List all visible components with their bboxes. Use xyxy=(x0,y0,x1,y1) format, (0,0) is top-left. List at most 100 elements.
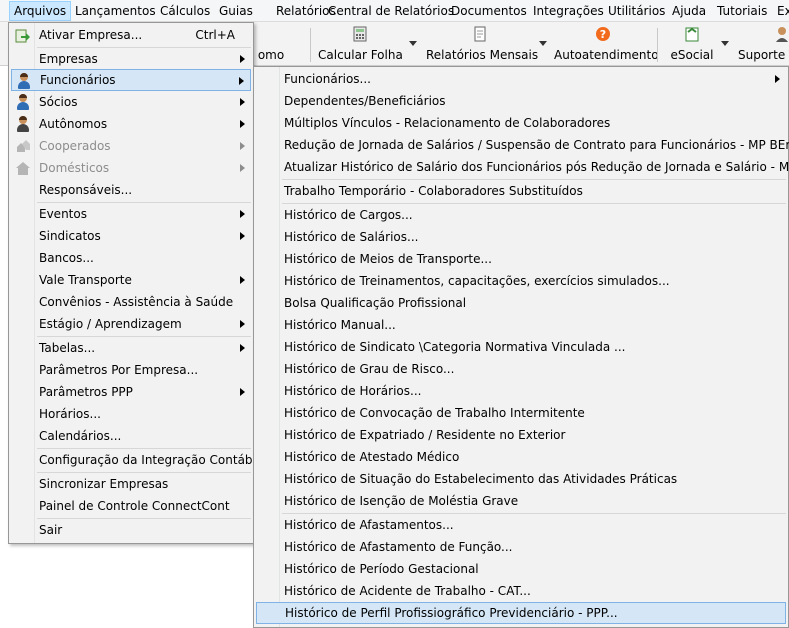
menu-item-label: Estágio / Aprendizagem xyxy=(39,317,182,331)
menu-item-label: Trabalho Temporário - Colaboradores Subs… xyxy=(284,184,583,198)
menu-lancamentos[interactable]: Lançamentos xyxy=(71,1,160,21)
menu-item-autonomos[interactable]: Autônomos xyxy=(11,113,251,135)
submenu-item-historico-manual[interactable]: Histórico Manual... xyxy=(256,314,786,336)
cooperative-icon xyxy=(17,140,30,152)
menu-item-parametros-empresa[interactable]: Parâmetros Por Empresa... xyxy=(11,359,251,381)
menu-integracoes[interactable]: Integrações xyxy=(529,1,608,21)
submenu-item-historico-acidente[interactable]: Histórico de Acidente de Trabalho - CAT.… xyxy=(256,580,786,602)
menu-item-convenios[interactable]: Convênios - Assistência à Saúde xyxy=(11,291,251,313)
menu-item-eventos[interactable]: Eventos xyxy=(11,203,251,225)
submenu-item-trabalho-temporario[interactable]: Trabalho Temporário - Colaboradores Subs… xyxy=(256,180,786,202)
menu-item-label: Tabelas... xyxy=(39,341,96,355)
submenu-arrow-icon xyxy=(240,210,245,218)
menu-arquivos[interactable]: Arquivos xyxy=(9,1,72,21)
submenu-arrow-icon xyxy=(240,164,245,172)
relatorios-mensais-button[interactable]: Relatórios Mensais xyxy=(426,26,539,64)
menu-item-label: Sindicatos xyxy=(39,229,101,243)
menu-tutoriais[interactable]: Tutoriais xyxy=(713,1,771,21)
help-circle-icon: ? xyxy=(596,27,610,41)
menu-item-sair[interactable]: Sair xyxy=(11,519,251,541)
menu-item-responsaveis[interactable]: Responsáveis... xyxy=(11,179,251,201)
menu-item-label: Convênios - Assistência à Saúde xyxy=(39,295,234,309)
menu-documentos[interactable]: Documentos xyxy=(447,1,531,21)
menu-item-label: Histórico de Afastamentos... xyxy=(284,518,454,532)
submenu-item-historico-afastamento-funcao[interactable]: Histórico de Afastamento de Função... xyxy=(256,536,786,558)
menu-central-relatorios[interactable]: Central de Relatórios xyxy=(324,1,458,21)
submenu-item-historico-expatriado[interactable]: Histórico de Expatriado / Residente no E… xyxy=(256,424,786,446)
menu-item-bancos[interactable]: Bancos... xyxy=(11,247,251,269)
submenu-item-bolsa-qualificacao[interactable]: Bolsa Qualificação Profissional xyxy=(256,292,786,314)
toolbar-item-partial[interactable]: omo xyxy=(256,26,286,64)
submenu-item-multiplos-vinculos[interactable]: Múltiplos Vínculos - Relacionamento de C… xyxy=(256,112,786,134)
menu-item-painel-connectcont[interactable]: Painel de Controle ConnectCont xyxy=(11,495,251,517)
submenu-item-historico-atestado[interactable]: Histórico de Atestado Médico xyxy=(256,446,786,468)
chevron-down-icon[interactable] xyxy=(409,41,417,46)
menu-item-label: Histórico de Grau de Risco... xyxy=(284,362,455,376)
menu-guias[interactable]: Guias xyxy=(215,1,257,21)
submenu-item-historico-grau-risco[interactable]: Histórico de Grau de Risco... xyxy=(256,358,786,380)
menu-item-socios[interactable]: Sócios xyxy=(11,91,251,113)
menu-item-empresas[interactable]: Empresas xyxy=(11,48,251,70)
calculator-icon xyxy=(353,26,367,42)
menu-item-estagio[interactable]: Estágio / Aprendizagem xyxy=(11,313,251,335)
toolbar-label: eSocial xyxy=(670,48,714,62)
toolbar-label: omo xyxy=(257,48,285,62)
submenu-item-reducao-jornada[interactable]: Redução de Jornada de Salários / Suspens… xyxy=(256,134,789,156)
toolbar-label: Relatórios Mensais xyxy=(426,48,539,62)
submenu-arrow-icon xyxy=(239,77,244,85)
menu-ex[interactable]: Ex xyxy=(773,1,789,21)
submenu-item-historico-convocacao[interactable]: Histórico de Convocação de Trabalho Inte… xyxy=(256,402,786,424)
submenu-item-historico-horarios[interactable]: Histórico de Horários... xyxy=(256,380,786,402)
submenu-item-historico-isencao[interactable]: Histórico de Isenção de Moléstia Grave xyxy=(256,490,786,512)
autoatendimento-button[interactable]: ? Autoatendimento xyxy=(554,26,659,64)
menu-calculos[interactable]: Cálculos xyxy=(156,1,214,21)
menu-item-label: Responsáveis... xyxy=(39,183,133,197)
menu-item-label: Configuração da Integração Contábil xyxy=(39,453,260,467)
toolbar-label: Calcular Folha xyxy=(318,48,403,62)
submenu-item-historico-sindicato[interactable]: Histórico de Sindicato \Categoria Normat… xyxy=(256,336,786,358)
esocial-button[interactable]: eSocial xyxy=(668,26,716,64)
toolbar-separator xyxy=(657,28,658,62)
menu-item-label: Parâmetros PPP xyxy=(39,385,133,399)
menu-item-label: Dependentes/Beneficiários xyxy=(284,94,446,108)
submenu-arrow-icon xyxy=(240,120,245,128)
menu-item-funcionarios[interactable]: Funcionários xyxy=(11,69,251,91)
menu-item-label: Histórico de Expatriado / Residente no E… xyxy=(284,428,566,442)
home-icon xyxy=(16,162,30,175)
menu-item-sincronizar-empresas[interactable]: Sincronizar Empresas xyxy=(11,473,251,495)
submenu-item-dependentes[interactable]: Dependentes/Beneficiários xyxy=(256,90,786,112)
activate-company-icon xyxy=(15,29,30,43)
chevron-down-icon[interactable] xyxy=(721,41,729,46)
menu-item-label: Histórico de Isenção de Moléstia Grave xyxy=(284,494,519,508)
submenu-item-historico-situacao[interactable]: Histórico de Situação do Estabelecimento… xyxy=(256,468,786,490)
submenu-arrow-icon xyxy=(240,142,245,150)
submenu-item-historico-transporte[interactable]: Histórico de Meios de Transporte... xyxy=(256,248,786,270)
menu-ajuda[interactable]: Ajuda xyxy=(668,1,710,21)
menu-item-calendarios[interactable]: Calendários... xyxy=(11,425,251,447)
submenu-item-funcionarios[interactable]: Funcionários... xyxy=(256,68,786,90)
submenu-arrow-icon xyxy=(240,344,245,352)
submenu-item-historico-gestacional[interactable]: Histórico de Período Gestacional xyxy=(256,558,786,580)
freelancer-icon xyxy=(15,116,31,132)
menu-item-configuracao-integracao[interactable]: Configuração da Integração Contábil xyxy=(11,449,259,471)
submenu-item-historico-ppp[interactable]: Histórico de Perfil Profissiográfico Pre… xyxy=(256,602,786,624)
chevron-down-icon[interactable] xyxy=(539,41,547,46)
menu-item-vale-transporte[interactable]: Vale Transporte xyxy=(11,269,251,291)
menu-item-tabelas[interactable]: Tabelas... xyxy=(11,337,251,359)
submenu-item-historico-salarios[interactable]: Histórico de Salários... xyxy=(256,226,786,248)
submenu-item-historico-cargos[interactable]: Histórico de Cargos... xyxy=(256,204,786,226)
menu-item-horarios[interactable]: Horários... xyxy=(11,403,251,425)
shortcut-label: Ctrl+A xyxy=(195,28,235,42)
submenu-item-historico-treinamentos[interactable]: Histórico de Treinamentos, capacitações,… xyxy=(256,270,786,292)
submenu-item-atualizar-historico[interactable]: Atualizar Histórico de Salário dos Funci… xyxy=(256,156,789,178)
suporte-button[interactable]: Suporte T xyxy=(736,26,789,64)
menu-item-label: Histórico de Cargos... xyxy=(284,208,413,222)
menu-item-ativar-empresa[interactable]: Ativar Empresa... Ctrl+A xyxy=(11,24,251,46)
menu-item-sindicatos[interactable]: Sindicatos xyxy=(11,225,251,247)
menu-item-parametros-ppp[interactable]: Parâmetros PPP xyxy=(11,381,251,403)
calcular-folha-button[interactable]: Calcular Folha xyxy=(318,26,403,64)
submenu-arrow-icon xyxy=(775,75,780,83)
submenu-item-historico-afastamentos[interactable]: Histórico de Afastamentos... xyxy=(256,514,786,536)
menu-utilitarios[interactable]: Utilitários xyxy=(604,1,669,21)
menu-item-label: Sair xyxy=(39,523,63,537)
